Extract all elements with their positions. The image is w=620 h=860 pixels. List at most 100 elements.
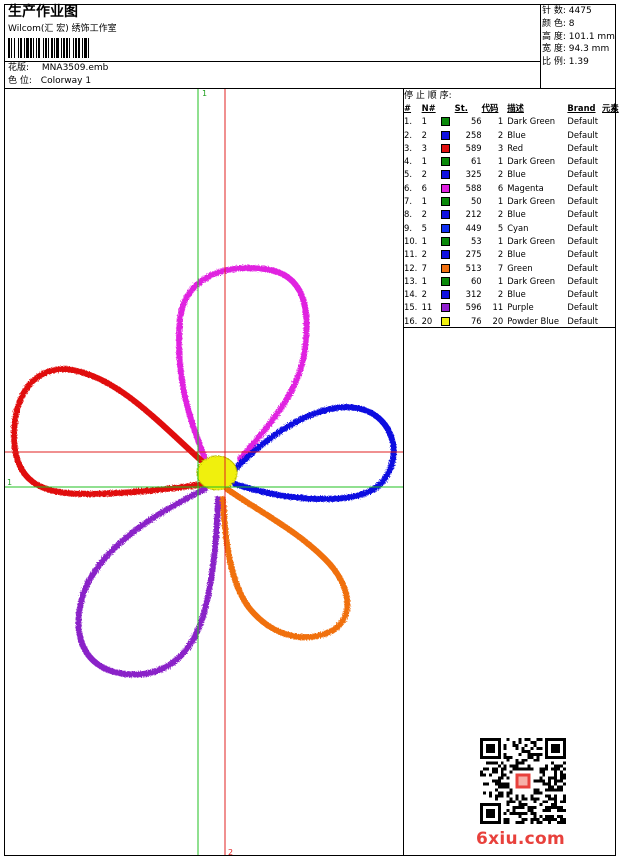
barcode-bar bbox=[51, 38, 53, 58]
qr-module bbox=[506, 818, 510, 822]
qr-module bbox=[518, 806, 522, 810]
qr-module bbox=[542, 779, 546, 783]
barcode-bar bbox=[82, 38, 83, 58]
qr-module bbox=[557, 779, 561, 783]
qr-module bbox=[554, 764, 558, 768]
qr-module bbox=[554, 797, 558, 801]
qr-module bbox=[530, 794, 534, 798]
cell-desc: Blue bbox=[507, 209, 526, 220]
qr-module bbox=[491, 770, 495, 774]
qr-module bbox=[506, 776, 510, 780]
qr-module bbox=[533, 788, 537, 792]
cell-element bbox=[602, 195, 620, 208]
table-row: 9. 5 449 5 Cyan Default bbox=[404, 222, 620, 235]
qr-finder-core bbox=[485, 743, 495, 753]
watermark-logo: 6xiu.com bbox=[476, 829, 566, 849]
table-row: 11. 2 275 2 Blue Default bbox=[404, 248, 620, 261]
qr-module bbox=[545, 767, 549, 771]
qr-module bbox=[542, 809, 546, 813]
qr-module bbox=[551, 806, 555, 810]
qr-module bbox=[548, 818, 552, 822]
qr-module bbox=[545, 809, 549, 813]
qr-module bbox=[518, 740, 522, 744]
col-header-element: 元素 bbox=[602, 103, 619, 113]
table-row: 8. 2 212 2 Blue Default bbox=[404, 208, 620, 221]
color-swatch-cell bbox=[441, 115, 455, 128]
cell-desc: Magenta bbox=[507, 182, 544, 193]
color-sequence-table: # N# St. 代码 描述 Brand 元素 1. 1 56 1 Dark Green… bbox=[404, 102, 620, 328]
cell-code: 2 bbox=[497, 289, 504, 300]
cell-stitches: 325 bbox=[465, 169, 482, 180]
qr-module bbox=[536, 797, 540, 801]
qr-module bbox=[551, 788, 555, 792]
color-swatch-cell bbox=[441, 208, 455, 221]
cell-code: 2 bbox=[497, 249, 504, 260]
cell-stitches: 589 bbox=[465, 142, 482, 153]
qr-module bbox=[500, 785, 504, 789]
cell-desc: Powder Blue bbox=[507, 315, 560, 326]
qr-module bbox=[512, 812, 516, 816]
barcode-bar bbox=[43, 38, 44, 58]
qr-module bbox=[536, 818, 540, 822]
cell-n: 14. bbox=[404, 289, 418, 300]
qr-module bbox=[503, 782, 507, 786]
col-header-stitches: St. bbox=[454, 103, 468, 113]
cell-stitches: 258 bbox=[465, 129, 482, 140]
design-file-label: 花版: bbox=[8, 63, 30, 73]
qr-module bbox=[533, 743, 537, 747]
col-header-code: 代码 bbox=[481, 103, 499, 113]
qr-module bbox=[506, 755, 510, 759]
qr-module bbox=[560, 806, 564, 810]
barcode-bar bbox=[73, 38, 74, 58]
qr-module bbox=[539, 803, 543, 807]
cell-element bbox=[602, 208, 620, 221]
cell-brand: Default bbox=[567, 156, 599, 167]
cell-n: 7. bbox=[404, 196, 412, 207]
qr-module bbox=[515, 746, 519, 750]
qr-module bbox=[527, 749, 531, 753]
color-swatch-cell bbox=[441, 288, 455, 301]
qr-module bbox=[500, 794, 504, 798]
qr-module bbox=[488, 794, 492, 798]
qr-module bbox=[509, 788, 513, 792]
qr-module bbox=[560, 815, 564, 819]
color-swatch-cell bbox=[441, 142, 455, 155]
qr-module bbox=[557, 788, 561, 792]
qr-module bbox=[530, 752, 534, 756]
qr-module bbox=[563, 782, 566, 786]
qr-module bbox=[560, 779, 564, 783]
qr-module bbox=[542, 782, 546, 786]
qr-module bbox=[527, 809, 531, 813]
qr-module bbox=[563, 809, 566, 813]
color-swatch bbox=[441, 197, 451, 207]
qr-module bbox=[494, 782, 498, 786]
color-swatch bbox=[441, 250, 451, 260]
guide-marker-top: 1 bbox=[202, 89, 207, 98]
qr-module bbox=[536, 788, 540, 792]
barcode bbox=[8, 38, 89, 58]
cell-needle: 11 bbox=[421, 302, 433, 313]
cell-code: 2 bbox=[497, 209, 504, 220]
cell-brand: Default bbox=[567, 182, 599, 193]
cell-code: 5 bbox=[497, 222, 504, 233]
qr-module bbox=[548, 782, 552, 786]
qr-module bbox=[521, 749, 525, 753]
table-header-row: # N# St. 代码 描述 Brand 元素 bbox=[404, 102, 620, 115]
barcode-bar bbox=[88, 38, 89, 58]
qr-module bbox=[560, 800, 564, 804]
qr-module bbox=[530, 812, 534, 816]
cell-n: 13. bbox=[404, 275, 418, 286]
qr-module bbox=[554, 776, 558, 780]
cell-stitches: 76 bbox=[470, 315, 482, 326]
cell-code: 20 bbox=[492, 315, 504, 326]
qr-module bbox=[530, 806, 534, 810]
color-swatch bbox=[441, 117, 451, 127]
color-swatch bbox=[441, 263, 451, 273]
cell-stitches: 50 bbox=[470, 196, 482, 207]
cell-brand: Default bbox=[567, 275, 599, 286]
color-swatch-cell bbox=[441, 222, 455, 235]
qr-module bbox=[503, 812, 507, 816]
barcode-bar bbox=[84, 38, 87, 58]
qr-module bbox=[533, 806, 537, 810]
qr-module bbox=[524, 743, 528, 747]
